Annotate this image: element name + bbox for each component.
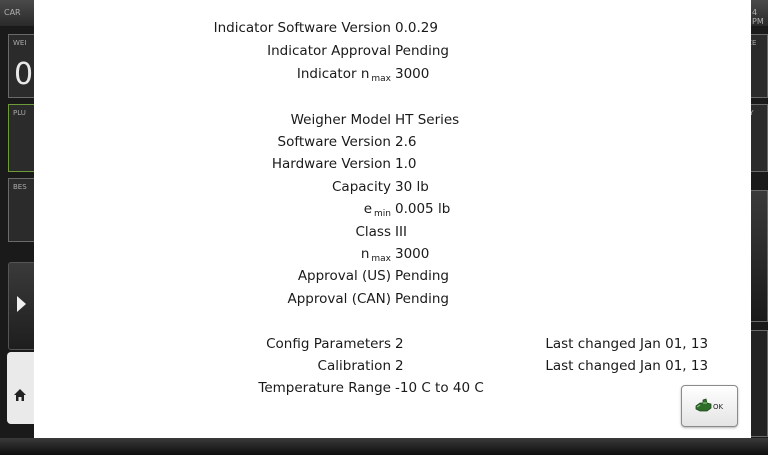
last-changed-label: Last changed [545,336,636,352]
info-label-subscript: min [374,209,391,219]
info-label: e [363,201,373,217]
info-label: Class [355,224,391,240]
ok-hand-icon [695,398,712,412]
info-row-approval-us: Approval (US) [34,268,391,286]
info-value: 3000 [395,66,430,82]
info-label-subscript: max [371,254,391,264]
info-label: Software Version [277,134,391,150]
ok-button-label: OK [713,403,724,411]
clock-fragment: 4 PM [752,8,764,26]
home-icon [14,389,26,401]
info-label-with-subscript: n max [360,246,391,264]
last-changed-value: Jan 01, 13 [640,336,709,352]
info-label-with-subscript: Indicator n max [296,66,391,84]
info-value: 3000 [395,246,430,262]
best-panel-label: BES [13,183,27,191]
info-value: HT Series [395,112,460,128]
info-label: Temperature Range [258,380,391,396]
ok-button[interactable]: OK [681,385,738,427]
info-value: 0.0.29 [395,20,438,36]
info-row-class: Class [34,224,391,242]
info-value: 0.005 lb [395,201,451,217]
info-label: Indicator Software Version [213,20,391,36]
weight-panel-label: WEI [13,39,27,47]
info-value: III [395,224,407,240]
info-value: -10 C to 40 C [395,380,484,396]
info-label-with-subscript: e min [363,201,391,219]
last-changed-value: Jan 01, 13 [640,358,709,374]
info-value: Pending [395,268,449,284]
info-row-software-version: Software Version [34,134,391,152]
device-info-dialog: Indicator Software Version 0.0.29 Indica… [34,0,751,438]
app-bottom-bar [0,438,768,455]
info-value: 2.6 [395,134,417,150]
info-label: Weigher Model [290,112,391,128]
info-row-capacity: Capacity [34,179,391,197]
info-label: Approval (US) [297,268,391,284]
info-label: Indicator Approval [267,43,391,59]
info-row-indicator-software-version: Indicator Software Version [34,20,391,38]
info-value: Pending [395,291,449,307]
info-row-nmax: n max [34,246,391,264]
info-row-hardware-version: Hardware Version [34,156,391,174]
weight-panel-value: 0 [14,57,34,92]
calibration-changed-label-wrap: Last changed [34,358,636,376]
info-label: Hardware Version [271,156,391,172]
expand-arrow-icon [17,296,26,312]
info-value: 1.0 [395,156,417,172]
info-label: Approval (CAN) [287,291,392,307]
info-row-indicator-nmax: Indicator n max [34,66,391,84]
info-row-indicator-approval: Indicator Approval [34,43,391,61]
info-label-subscript: max [371,74,391,84]
plu-panel-label: PLU [13,109,26,117]
info-row-approval-can: Approval (CAN) [34,291,392,309]
info-value: Pending [395,43,449,59]
info-row-temperature-range: Temperature Range [34,380,391,398]
info-label: Capacity [332,179,391,195]
info-row-emin: e min [34,201,391,219]
info-value: 30 lb [395,179,429,195]
app-title-fragment: CAR [4,8,21,17]
info-label: n [360,246,370,262]
last-changed-label: Last changed [545,358,636,374]
config-changed-label-wrap: Last changed [34,336,636,354]
info-row-weigher-model: Weigher Model [34,112,391,130]
info-label: Indicator n [296,66,370,82]
